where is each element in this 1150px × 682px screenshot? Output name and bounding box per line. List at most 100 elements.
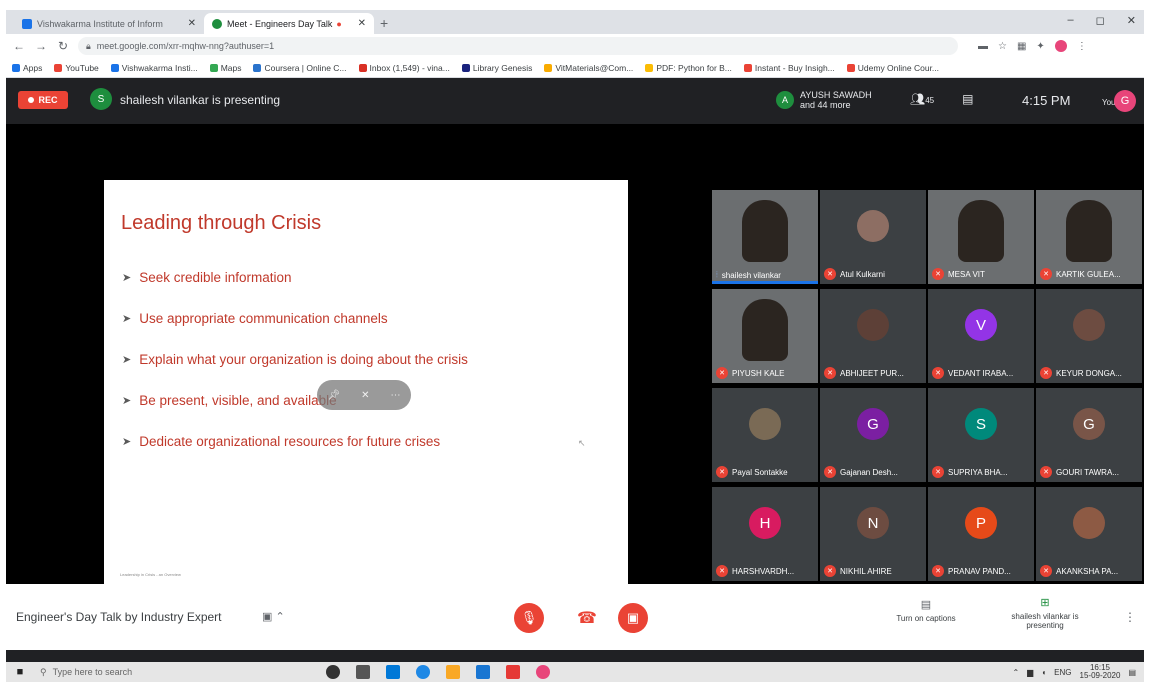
bookmark-library-genesis[interactable]: Library Genesis bbox=[461, 63, 532, 73]
meeting-title[interactable]: Engineer's Day Talk by Industry Expert bbox=[16, 610, 222, 624]
tray-chevron-icon[interactable]: ⌃ bbox=[1012, 668, 1019, 677]
reload-icon[interactable]: ↻ bbox=[54, 39, 72, 53]
bookmark-vitmaterials[interactable]: VitMaterials@Com... bbox=[544, 63, 633, 73]
bookmark-vishwakarma[interactable]: Vishwakarma Insti... bbox=[110, 63, 198, 73]
camera-off-button[interactable]: ▣ bbox=[618, 603, 648, 633]
participant-tile[interactable]: N ✕ NIKHIL AHIRE bbox=[820, 487, 926, 581]
participant-tile[interactable]: P ✕ PRANAV PAND... bbox=[928, 487, 1034, 581]
participant-tile[interactable]: S ✕ SUPRIYA BHA... bbox=[928, 388, 1034, 482]
participant-avatar bbox=[857, 210, 889, 242]
pin-icon[interactable]: 📌︎ bbox=[327, 390, 340, 401]
edge-icon[interactable] bbox=[416, 665, 430, 679]
close-window-button[interactable]: ✕ bbox=[1127, 14, 1136, 27]
participant-video bbox=[742, 200, 788, 262]
participant-tile[interactable]: G ✕ GOURI TAWRA... bbox=[1036, 388, 1142, 482]
drive-icon bbox=[544, 63, 553, 72]
address-bar[interactable]: 🔒︎ meet.google.com/xrr-mqhw-nng?authuser… bbox=[78, 37, 958, 55]
bookmark-instant[interactable]: Instant - Buy Insigh... bbox=[743, 63, 835, 73]
participant-tile[interactable]: ✕ ABHIJEET PUR... bbox=[820, 289, 926, 383]
kebab-menu-icon[interactable]: ⋮ bbox=[1077, 41, 1087, 52]
muted-mic-icon: ✕ bbox=[932, 367, 944, 379]
participant-name-label: ✕ AKANKSHA PA... bbox=[1040, 565, 1118, 577]
forward-arrow-icon[interactable]: → bbox=[32, 39, 50, 53]
participant-tile[interactable]: ✕ AKANKSHA PA... bbox=[1036, 487, 1142, 581]
self-avatar[interactable]: G bbox=[1114, 90, 1136, 112]
network-icon[interactable]: ▆ bbox=[1027, 668, 1033, 677]
windows-start-icon[interactable]: ■ bbox=[6, 666, 34, 678]
more-options-icon[interactable]: ⋮ bbox=[1124, 610, 1136, 624]
participant-tile[interactable]: G ✕ Gajanan Desh... bbox=[820, 388, 926, 482]
puzzle-icon[interactable]: ✦ bbox=[1036, 41, 1044, 52]
participants-chip[interactable]: A AYUSH SAWADH and 44 more bbox=[776, 86, 880, 114]
file-explorer-icon[interactable] bbox=[446, 665, 460, 679]
participant-grid: ⦙ shailesh vilankar ✕ Atul Kulkarni ✕ MESA VI… bbox=[712, 190, 1144, 584]
slide-title: Leading through Crisis bbox=[121, 212, 322, 234]
new-tab-button[interactable]: + bbox=[380, 15, 388, 31]
hang-up-icon: ☎ bbox=[577, 610, 597, 627]
participant-tile[interactable]: ⦙ shailesh vilankar bbox=[712, 190, 818, 284]
meet-bottom-bar: Engineer's Day Talk by Industry Expert ▣… bbox=[6, 584, 1144, 650]
participant-tile[interactable]: ✕ Payal Sontakke bbox=[712, 388, 818, 482]
bookmark-coursera[interactable]: Coursera | Online C... bbox=[253, 63, 347, 73]
bookmark-inbox[interactable]: Inbox (1,549) - vina... bbox=[358, 63, 450, 73]
store-icon[interactable] bbox=[386, 665, 400, 679]
participant-tile[interactable]: H ✕ HARSHVARDH... bbox=[712, 487, 818, 581]
bookmark-udemy[interactable]: Udemy Online Cour... bbox=[846, 63, 939, 73]
bookmark-youtube[interactable]: YouTube bbox=[54, 63, 99, 73]
participant-avatar bbox=[749, 408, 781, 440]
tab-vishwakarma[interactable]: Vishwakarma Institute of Inform ✕ bbox=[14, 13, 204, 34]
slide-footer: Leadership in Crisis - an Overview bbox=[120, 572, 181, 577]
mouse-cursor-icon: ↖ bbox=[578, 438, 586, 448]
minimize-button[interactable]: – bbox=[1068, 14, 1074, 27]
participant-tile[interactable]: ✕ MESA VIT bbox=[928, 190, 1034, 284]
back-arrow-icon[interactable]: ← bbox=[10, 39, 28, 53]
slide-bullet: ➤ Explain what your organization is doing… bbox=[122, 352, 468, 367]
mcafee-icon[interactable] bbox=[506, 665, 520, 679]
task-view-icon[interactable] bbox=[356, 665, 370, 679]
chat-icon[interactable]: ▤ bbox=[962, 92, 973, 106]
participant-name-label: ✕ KARTIK GULEA... bbox=[1040, 268, 1121, 280]
camera-blocked-icon[interactable]: ▬ bbox=[978, 41, 988, 52]
more-icon[interactable]: ⋯ bbox=[391, 390, 401, 401]
participant-tile[interactable]: ✕ PIYUSH KALE bbox=[712, 289, 818, 383]
leave-call-button[interactable]: ☎ bbox=[572, 603, 602, 633]
taskbar-clock[interactable]: 16:15 15-09-2020 bbox=[1080, 664, 1121, 680]
bookmark-python-pdf[interactable]: PDF: Python for B... bbox=[645, 63, 732, 73]
notifications-icon[interactable]: ▤ bbox=[1128, 668, 1136, 677]
tab-meet[interactable]: Meet - Engineers Day Talk ● ✕ bbox=[204, 13, 374, 34]
bookmark-apps[interactable]: Apps bbox=[12, 63, 42, 73]
taskbar-search[interactable]: ⚲ Type here to search bbox=[34, 662, 234, 682]
meet-favicon-icon bbox=[212, 18, 222, 29]
cortana-icon[interactable] bbox=[326, 665, 340, 679]
participant-tile[interactable]: ✕ KARTIK GULEA... bbox=[1036, 190, 1142, 284]
mute-icon[interactable]: ✕ bbox=[361, 390, 369, 401]
presenting-status-button[interactable]: ⊞ shailesh vilankar is presenting bbox=[1000, 596, 1090, 630]
volume-icon[interactable]: ◖ bbox=[1041, 668, 1046, 677]
captions-button[interactable]: ▤ Turn on captions bbox=[886, 598, 966, 623]
muted-mic-icon: ✕ bbox=[716, 565, 728, 577]
participant-name-label: ✕ GOURI TAWRA... bbox=[1040, 466, 1119, 478]
star-icon[interactable]: ☆ bbox=[998, 41, 1007, 52]
participant-name-label: ✕ PIYUSH KALE bbox=[716, 367, 784, 379]
close-tab-icon[interactable]: ✕ bbox=[182, 18, 196, 29]
people-icon[interactable]: 👥︎45 bbox=[910, 92, 934, 106]
participant-tile[interactable]: ✕ Atul Kulkarni bbox=[820, 190, 926, 284]
lock-icon: 🔒︎ bbox=[86, 40, 91, 51]
participant-tile[interactable]: V ✕ VEDANT IRABA... bbox=[928, 289, 1034, 383]
mic-off-button[interactable]: 🎙︎ bbox=[514, 603, 544, 633]
udemy-icon bbox=[846, 63, 855, 72]
participant-tile[interactable]: ✕ KEYUR DONGA... bbox=[1036, 289, 1142, 383]
extension-icon[interactable]: ▦ bbox=[1017, 41, 1026, 52]
muted-mic-icon: ✕ bbox=[932, 565, 944, 577]
bookmark-maps[interactable]: Maps bbox=[209, 63, 241, 73]
gmail-icon bbox=[358, 63, 367, 72]
mail-icon[interactable] bbox=[476, 665, 490, 679]
participant-avatar bbox=[1073, 309, 1105, 341]
maximize-button[interactable]: ◻ bbox=[1096, 14, 1105, 27]
profile-avatar[interactable] bbox=[1054, 40, 1067, 52]
close-tab-icon[interactable]: ✕ bbox=[352, 18, 366, 29]
participant-name-label: ⦙ shailesh vilankar bbox=[716, 270, 781, 280]
meeting-details-toggle[interactable]: ▣ ⌃ bbox=[262, 610, 285, 623]
language-indicator[interactable]: ENG bbox=[1054, 668, 1071, 677]
chrome-icon[interactable] bbox=[536, 665, 550, 679]
